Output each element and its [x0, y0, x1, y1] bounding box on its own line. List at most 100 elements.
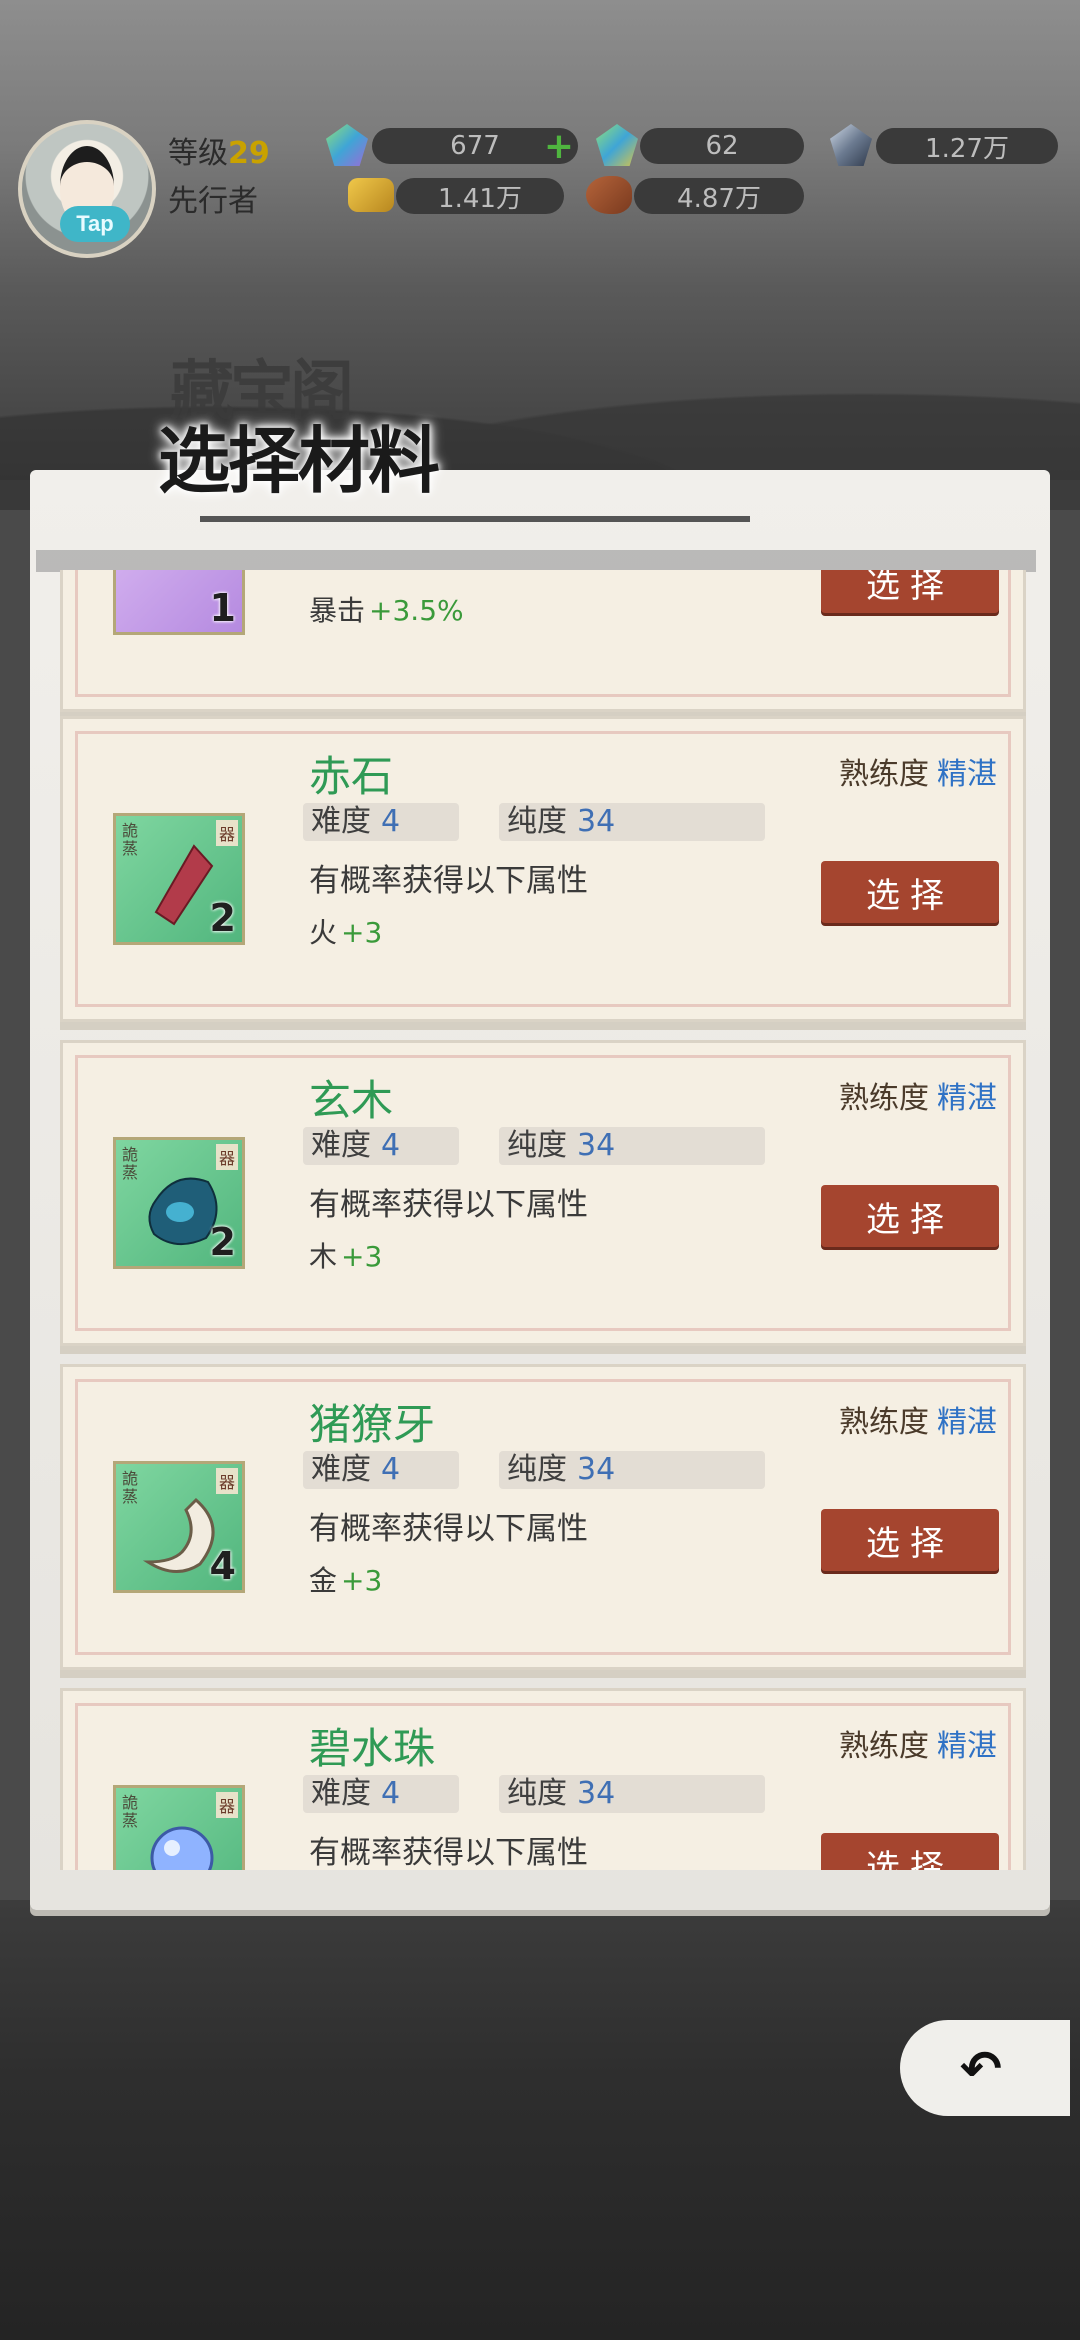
material-card: 1 暴击 +3.5% 选择: [60, 570, 1026, 712]
select-button[interactable]: 选择: [821, 1509, 999, 1571]
attribute-label: 金: [309, 1564, 338, 1597]
attribute-value: +3: [341, 1564, 383, 1597]
back-button[interactable]: ↶: [900, 2020, 1070, 2116]
purity-stat: 纯度 34: [499, 1775, 765, 1813]
mastery-value: 精湛: [937, 1081, 997, 1116]
difficulty-stat: 难度 4: [303, 1451, 459, 1489]
select-button[interactable]: 选择: [821, 570, 999, 613]
purity-stat: 纯度 34: [499, 1127, 765, 1165]
attribute-line: 木 +3: [309, 1235, 382, 1275]
attribute-label: 木: [309, 1240, 338, 1273]
tap-badge[interactable]: Tap: [60, 206, 130, 242]
attribute-value: +3: [341, 1240, 383, 1273]
difficulty-label: 难度: [311, 1452, 371, 1487]
title-underline: [200, 516, 750, 522]
level-display: 等级29: [168, 128, 270, 172]
select-button[interactable]: 选择: [821, 1185, 999, 1247]
attribute-value: +3: [341, 916, 383, 949]
player-header: Tap 等级29 先行者 677 + 62 1.27万 1.41万 4.87万: [0, 110, 1080, 258]
spirit-gem-value: 62: [705, 131, 739, 161]
mastery-value: 精湛: [937, 1405, 997, 1440]
attribute-line: 金 +3: [309, 1559, 382, 1599]
jade-gem-icon: [326, 124, 368, 166]
mastery-label: 熟练度: [839, 757, 929, 792]
mastery: 熟练度 精湛: [839, 1073, 997, 1117]
purity-stat: 纯度 34: [499, 1451, 765, 1489]
dark-wood-icon: 詭蒸 器 2: [113, 1137, 245, 1269]
material-count: 4: [209, 1544, 236, 1588]
attribute-line: 火 +3: [309, 911, 382, 951]
mastery-label: 熟练度: [839, 1081, 929, 1116]
title-area: 藏宝阁 选择材料: [90, 340, 990, 540]
ore-crystal-counter: 1.27万: [876, 128, 1058, 164]
material-card: 詭蒸 器 碧水珠 熟练度 精湛 难度 4 纯度 34 有概率获得以下属性 选择: [60, 1688, 1026, 1870]
probability-text: 有概率获得以下属性: [309, 1835, 588, 1870]
spirit-gem-icon: [596, 124, 638, 166]
probability-text: 有概率获得以下属性: [309, 1187, 588, 1223]
purity-label: 纯度: [507, 1776, 567, 1811]
material-card: 詭蒸 器 2 赤石 熟练度 精湛 难度 4 纯度 34 有概率获得以下属性 火 +3 选…: [60, 716, 1026, 1022]
meat-icon: [586, 176, 632, 214]
purity-label: 纯度: [507, 804, 567, 839]
mastery-label: 熟练度: [839, 1729, 929, 1764]
difficulty-stat: 难度 4: [303, 1127, 459, 1165]
difficulty-label: 难度: [311, 1776, 371, 1811]
purity-value: 34: [577, 804, 616, 839]
jade-gem-counter: 677 +: [372, 126, 578, 167]
level-value: 29: [228, 136, 270, 171]
material-count: 2: [209, 1220, 236, 1264]
mastery-label: 熟练度: [839, 1405, 929, 1440]
back-arrow-icon: ↶: [960, 2040, 1002, 2098]
material-name: 赤石: [309, 752, 394, 801]
list-top-shadow: [36, 550, 1036, 572]
material-name: 猪獠牙: [309, 1400, 436, 1449]
probability-text: 有概率获得以下属性: [309, 863, 588, 899]
material-count: 1: [209, 586, 236, 630]
gold-ingot-value: 1.41万: [438, 183, 522, 214]
pearl-shape: [150, 1826, 214, 1870]
ore-crystal-icon: [830, 124, 872, 166]
meat-value: 4.87万: [677, 183, 761, 214]
material-count: 2: [209, 896, 236, 940]
purity-value: 34: [577, 1452, 616, 1487]
attribute-label: 暴击: [309, 594, 366, 627]
attribute-label: 火: [309, 916, 338, 949]
difficulty-value: 4: [381, 804, 401, 839]
attribute-value: +3.5%: [369, 594, 464, 627]
meat-counter: 4.87万: [634, 178, 804, 214]
difficulty-stat: 难度 4: [303, 803, 459, 841]
select-button[interactable]: 选择: [821, 861, 999, 923]
purity-label: 纯度: [507, 1452, 567, 1487]
mastery: 熟练度 精湛: [839, 749, 997, 793]
level-label: 等级: [168, 136, 228, 171]
purity-value: 34: [577, 1776, 616, 1811]
mastery-value: 精湛: [937, 1729, 997, 1764]
mastery: 熟练度 精湛: [839, 1721, 997, 1765]
difficulty-value: 4: [381, 1128, 401, 1163]
ore-crystal-value: 1.27万: [925, 133, 1009, 164]
select-button[interactable]: 选择: [821, 1833, 999, 1870]
background-bottom: [0, 1900, 1080, 2340]
material-name: 碧水珠: [309, 1724, 436, 1773]
material-card: 詭蒸 器 4 猪獠牙 熟练度 精湛 难度 4 纯度 34 有概率获得以下属性 金 +3 …: [60, 1364, 1026, 1670]
difficulty-value: 4: [381, 1452, 401, 1487]
gold-ingot-icon: [348, 178, 394, 212]
material-list[interactable]: 1 暴击 +3.5% 选择 詭蒸 器 2 赤石 熟练度 精湛 难度 4 纯度 34 有概…: [60, 570, 1030, 1870]
rank-title: 先行者: [168, 184, 258, 219]
jade-water-pearl-icon: 詭蒸 器: [113, 1785, 245, 1870]
gold-ingot-counter: 1.41万: [396, 178, 564, 214]
probability-text: 有概率获得以下属性: [309, 1511, 588, 1547]
purity-label: 纯度: [507, 1128, 567, 1163]
add-gem-icon[interactable]: +: [544, 126, 574, 167]
attribute-line: 暴击 +3.5%: [309, 589, 464, 629]
mastery: 熟练度 精湛: [839, 1397, 997, 1441]
mastery-value: 精湛: [937, 757, 997, 792]
red-stone-icon: 詭蒸 器 2: [113, 813, 245, 945]
difficulty-stat: 难度 4: [303, 1775, 459, 1813]
purity-value: 34: [577, 1128, 616, 1163]
material-card: 詭蒸 器 2 玄木 熟练度 精湛 难度 4 纯度 34 有概率获得以下属性 木 +3 选…: [60, 1040, 1026, 1346]
jade-gem-value: 677: [450, 131, 500, 161]
difficulty-label: 难度: [311, 804, 371, 839]
difficulty-value: 4: [381, 1776, 401, 1811]
spirit-gem-counter: 62: [640, 128, 804, 164]
